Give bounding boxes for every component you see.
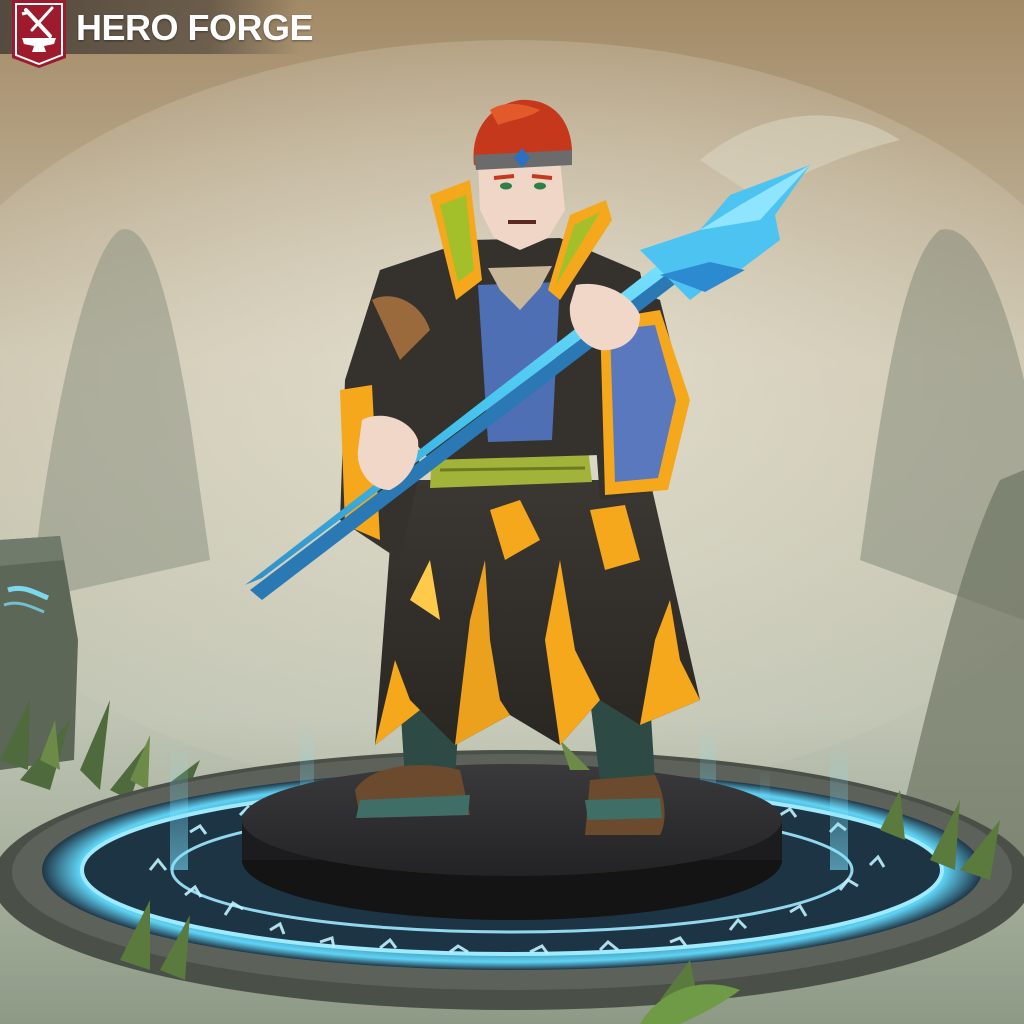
brand-name[interactable]: HERO FORGE xyxy=(76,6,314,50)
scene-render xyxy=(0,0,1024,1024)
hero-forge-viewport: HERO FORGE xyxy=(0,0,1024,1024)
anvil-sword-icon[interactable] xyxy=(12,0,66,68)
